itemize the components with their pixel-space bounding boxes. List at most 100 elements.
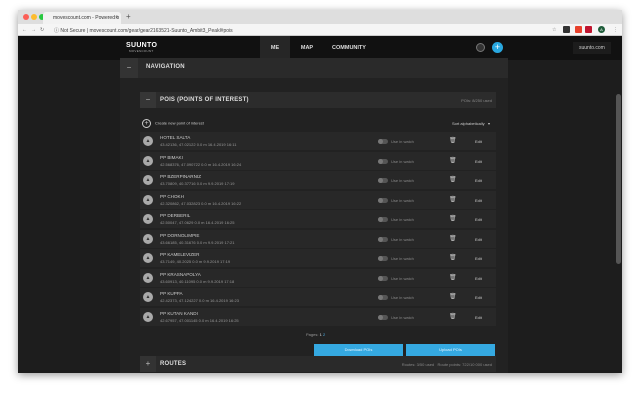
edit-button[interactable]: Edit (475, 276, 482, 281)
back-icon[interactable]: ← (22, 27, 27, 33)
edit-button[interactable]: Edit (475, 198, 482, 203)
close-tab-icon[interactable]: × (115, 15, 118, 21)
use-in-watch-toggle[interactable] (378, 314, 388, 320)
use-in-watch-label: Use in watch (391, 217, 414, 222)
use-in-watch-label: Use in watch (391, 256, 414, 261)
poi-name: PP DORNOLIMPIE (160, 232, 200, 238)
use-in-watch-toggle[interactable] (378, 217, 388, 222)
delete-icon[interactable]: 🗑 (449, 274, 457, 281)
browser-tab[interactable]: movescount.com - Powered b × (43, 12, 121, 24)
edit-button[interactable]: Edit (475, 295, 482, 300)
nav-me[interactable]: ME (260, 36, 290, 60)
page-1[interactable]: 1 (320, 332, 322, 337)
poi-row: ▲ HOTEL SALTA 43.42136, 47.02122 0.0 m 1… (140, 132, 496, 150)
use-in-watch-toggle[interactable] (378, 197, 388, 203)
url-text: movescount.com/gear/gear2163521-Suunto_A… (89, 28, 233, 34)
edit-button[interactable]: Edit (475, 178, 482, 183)
delete-icon[interactable]: 🗑 (449, 137, 457, 144)
poi-name: PP BZERPINARNIZ (160, 174, 202, 179)
routes-section[interactable]: + ROUTES Routes: 3/50 used Route points:… (140, 356, 496, 372)
create-label: Create new point of interest (155, 120, 204, 126)
navigation-section[interactable]: − NAVIGATION (120, 58, 508, 78)
poi-pin-icon: ▲ (143, 253, 153, 263)
pois-header[interactable]: − POIS (POINTS OF INTEREST) POIs: 8/250 … (140, 92, 496, 108)
delete-icon[interactable]: 🗑 (449, 254, 457, 261)
minimize-window-button[interactable] (31, 14, 37, 20)
poi-pin-icon: ▲ (143, 194, 153, 205)
edit-button[interactable]: Edit (475, 237, 482, 242)
sort-value: Sort alphabetically (451, 121, 485, 126)
add-button[interactable]: + (492, 42, 503, 53)
sort-dropdown[interactable]: Sort alphabetically ▾ (452, 121, 490, 126)
poi-name: PP KAMELEVIZER (160, 252, 200, 257)
poi-info: 42.568376, 47.090722 0.0 m 16.4.2019 16:… (160, 161, 242, 167)
extension-icon[interactable] (563, 26, 570, 33)
route-points-usage: Route points: 722/10 000 used (437, 362, 493, 367)
new-tab-button[interactable]: + (126, 12, 131, 21)
poi-info: 42.67957, 47.001145 0.0 m 16.4.2019 16:2… (160, 317, 239, 323)
delete-icon[interactable]: 🗑 (449, 313, 457, 320)
poi-name: PP BIMAKI (160, 154, 183, 160)
create-poi-button[interactable]: + Create new point of interest (142, 119, 204, 128)
use-in-watch-label: Use in watch (391, 158, 414, 164)
delete-icon[interactable]: 🗑 (449, 235, 457, 242)
poi-row: ▲ PP BZERPINARNIZ 43.70809, 40.37716 0.0… (140, 171, 496, 189)
use-in-watch-toggle[interactable] (378, 139, 388, 144)
extension-icon[interactable] (585, 26, 592, 33)
use-in-watch-toggle[interactable] (378, 295, 388, 300)
use-in-watch-toggle[interactable] (378, 158, 388, 164)
upload-pois-button[interactable]: Upload POIs (406, 344, 495, 356)
download-pois-button[interactable]: Download POIs (314, 344, 403, 356)
poi-info: 42.50047, 47.0629 0.0 m 16.4.2019 16:25 (160, 220, 235, 225)
edit-button[interactable]: Edit (475, 159, 482, 164)
expand-toggle[interactable]: + (140, 356, 156, 372)
use-in-watch-toggle[interactable] (378, 275, 388, 281)
url-field[interactable]: ⓘ Not Secure | movescount.com/gear/gear2… (54, 27, 233, 34)
poi-info: 43.60913, 40.11095 0.0 m 9.9.2019 17:18 (160, 278, 235, 284)
edit-button[interactable]: Edit (475, 315, 482, 320)
edit-button[interactable]: Edit (475, 139, 482, 144)
edit-button[interactable]: Edit (475, 256, 482, 261)
nav-community[interactable]: COMMUNITY (328, 36, 370, 60)
nav-map[interactable]: MAP (292, 36, 322, 60)
use-in-watch-toggle[interactable] (378, 256, 388, 261)
delete-icon[interactable]: 🗑 (449, 215, 457, 222)
page-2[interactable]: 2 (323, 332, 325, 337)
collapse-toggle[interactable]: − (140, 92, 156, 108)
suunto-link[interactable]: suunto.com (573, 42, 611, 54)
edit-button[interactable]: Edit (475, 217, 482, 222)
use-in-watch-toggle[interactable] (378, 178, 388, 183)
poi-row: ▲ PP CHOKH 42.320862, 47.032823 0.0 m 16… (140, 190, 496, 209)
poi-name: PP KUPPA (160, 291, 183, 296)
pages-label: Pages: (306, 332, 319, 337)
logo-subtext: MOVESCOUNT (129, 49, 154, 53)
use-in-watch-toggle[interactable] (378, 236, 388, 242)
delete-icon[interactable]: 🗑 (449, 293, 457, 300)
forward-icon[interactable]: → (31, 27, 36, 33)
pagination: Pages: 1 2 (306, 332, 325, 337)
poi-row: ▲ PP KUPPA 42.42373, 47.124227 0.0 m 16.… (140, 288, 496, 306)
extension-icon[interactable] (575, 26, 582, 33)
profile-avatar[interactable]: A (598, 26, 605, 33)
delete-icon[interactable]: 🗑 (449, 196, 457, 203)
collapse-toggle[interactable]: − (120, 58, 138, 78)
scrollbar[interactable] (616, 94, 621, 264)
poi-pin-icon: ▲ (143, 214, 153, 224)
poi-row: ▲ PP KUTAN KANDI 42.67957, 47.001145 0.0… (140, 307, 496, 326)
menu-icon[interactable]: ⋮ (613, 27, 618, 33)
poi-row: ▲ PP KAMELEVIZER 43.7149, 40.2025 0.0 m … (140, 249, 496, 267)
bookmark-star-icon[interactable]: ☆ (552, 27, 556, 33)
poi-pin-icon: ▲ (143, 233, 153, 244)
address-bar: ← → ↻ ⓘ Not Secure | movescount.com/gear… (18, 24, 622, 36)
delete-icon[interactable]: 🗑 (449, 157, 457, 164)
delete-icon[interactable]: 🗑 (449, 176, 457, 183)
close-window-button[interactable] (23, 14, 29, 20)
section-title: ROUTES (160, 361, 187, 367)
chevron-down-icon: ▾ (487, 121, 490, 126)
user-avatar-icon[interactable] (476, 43, 485, 52)
poi-info: 43.66185, 40.31676 0.0 m 9.9.2019 17:21 (160, 239, 235, 245)
reload-icon[interactable]: ↻ (40, 27, 44, 33)
security-label: Not Secure (60, 28, 86, 34)
suunto-logo[interactable]: SUUNTO MOVESCOUNT (126, 42, 157, 53)
poi-info: 42.42373, 47.124227 0.0 m 16.4.2019 16:2… (160, 298, 239, 303)
